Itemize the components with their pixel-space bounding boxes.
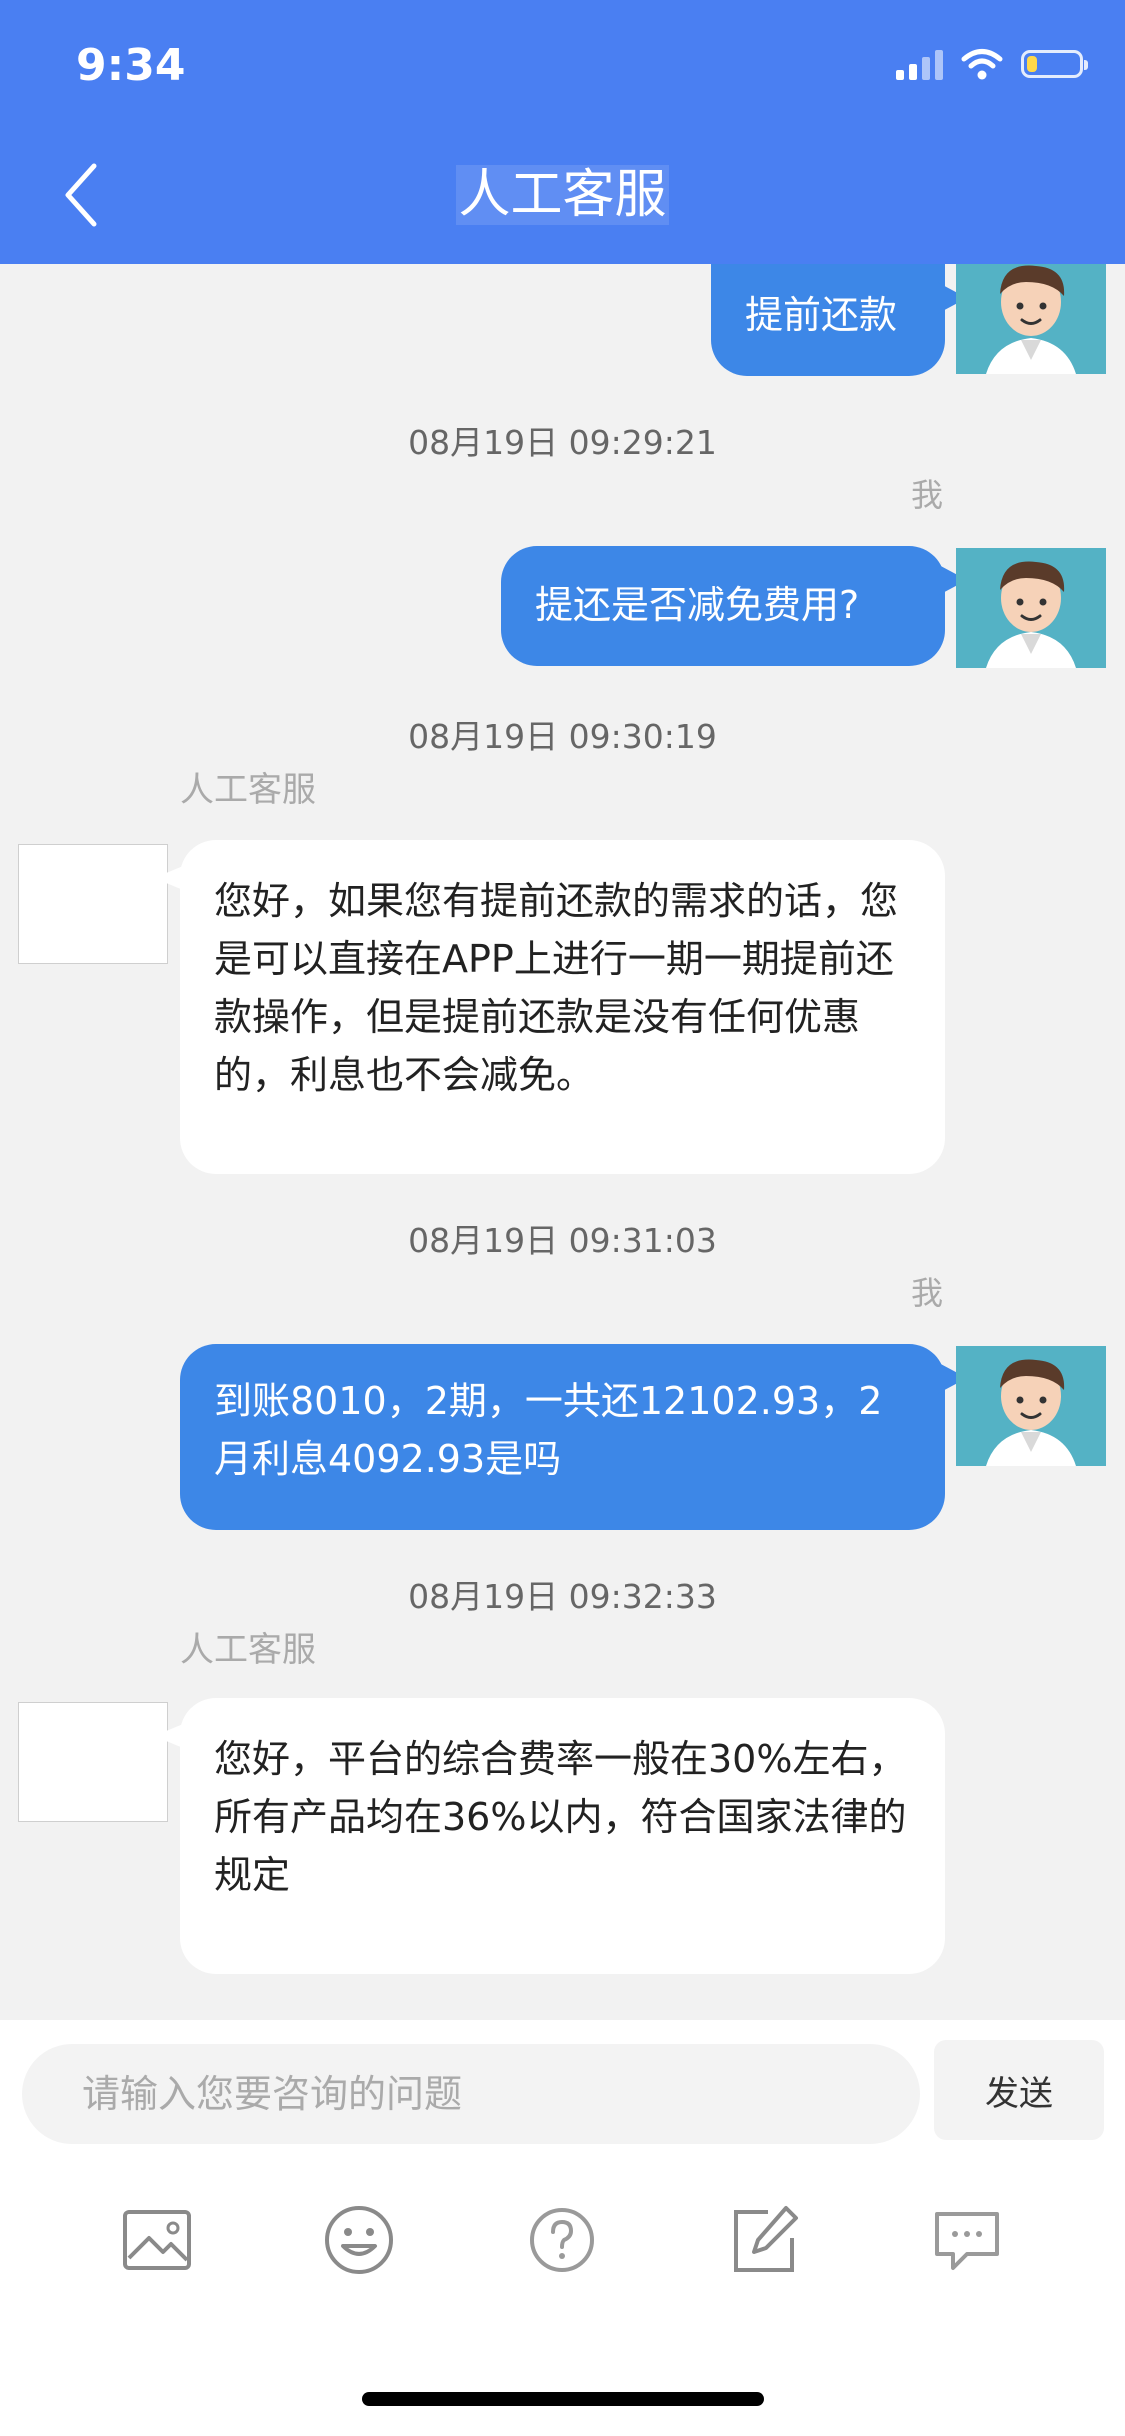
message-bubble-incoming[interactable]: 您好，平台的综合费率一般在30%左右，所有产品均在36%以内，符合国家法律的规定 xyxy=(154,1698,945,1974)
user-avatar-icon xyxy=(956,264,1106,374)
status-time: 9:34 xyxy=(76,40,186,91)
message-text: 您好，平台的综合费率一般在30%左右，所有产品均在36%以内，符合国家法律的规定 xyxy=(214,1737,907,1897)
message-input[interactable] xyxy=(22,2044,920,2144)
user-avatar[interactable] xyxy=(956,548,1106,668)
message-timestamp: 08月19日 09:32:33 xyxy=(408,1577,717,1616)
message-timestamp: 08月19日 09:29:21 xyxy=(408,423,717,462)
agent-avatar[interactable] xyxy=(18,1702,168,1822)
sender-label: 我 xyxy=(910,1274,943,1312)
message-bubble-outgoing[interactable]: 到账8010，2期，一共还12102.93，2月利息4092.93是吗 xyxy=(180,1344,967,1530)
message-icon[interactable] xyxy=(927,2200,1007,2280)
message-text: 提还是否减免费用? xyxy=(535,583,860,627)
user-avatar[interactable] xyxy=(956,264,1106,374)
sender-label: 人工客服 xyxy=(180,1630,316,1670)
message-timestamp: 08月19日 09:30:19 xyxy=(408,717,717,756)
message-text: 提前还款 xyxy=(745,293,898,337)
message-text: 您好，如果您有提前还款的需求的话，您是可以直接在APP上进行一期一期提前还款操作… xyxy=(214,879,899,1097)
user-avatar-icon xyxy=(956,1346,1106,1466)
image-icon[interactable] xyxy=(117,2200,197,2280)
user-avatar[interactable] xyxy=(956,1346,1106,1466)
message-bubble-outgoing[interactable]: 提还是否减免费用? xyxy=(501,546,967,666)
user-avatar-icon xyxy=(956,548,1106,668)
edit-icon[interactable] xyxy=(724,2200,804,2280)
help-icon[interactable] xyxy=(522,2200,602,2280)
wifi-icon xyxy=(961,49,1003,80)
emoji-icon[interactable] xyxy=(319,2200,399,2280)
chat-area[interactable]: 提前还款 08月19日 09:29:21 我 提还是否减免费用? 08月19日 … xyxy=(0,264,1125,2020)
message-timestamp: 08月19日 09:31:03 xyxy=(408,1221,717,1260)
battery-icon xyxy=(1021,50,1088,78)
home-indicator[interactable] xyxy=(362,2392,764,2406)
message-bubble-outgoing[interactable]: 提前还款 xyxy=(711,264,967,376)
message-bubble-incoming[interactable]: 您好，如果您有提前还款的需求的话，您是可以直接在APP上进行一期一期提前还款操作… xyxy=(154,840,945,1174)
signal-icon xyxy=(896,48,943,80)
sender-label: 我 xyxy=(910,476,943,514)
send-button[interactable]: 发送 xyxy=(934,2040,1104,2140)
status-icons xyxy=(896,48,1088,80)
input-bar: 发送 xyxy=(0,2020,1125,2436)
message-text: 到账8010，2期，一共还12102.93，2月利息4092.93是吗 xyxy=(214,1379,883,1481)
sender-label: 人工客服 xyxy=(180,770,316,810)
app-header: 9:34 人工客服 xyxy=(0,0,1125,264)
page-title: 人工客服 xyxy=(456,165,669,225)
battery-level xyxy=(1027,56,1037,72)
agent-avatar[interactable] xyxy=(18,844,168,964)
